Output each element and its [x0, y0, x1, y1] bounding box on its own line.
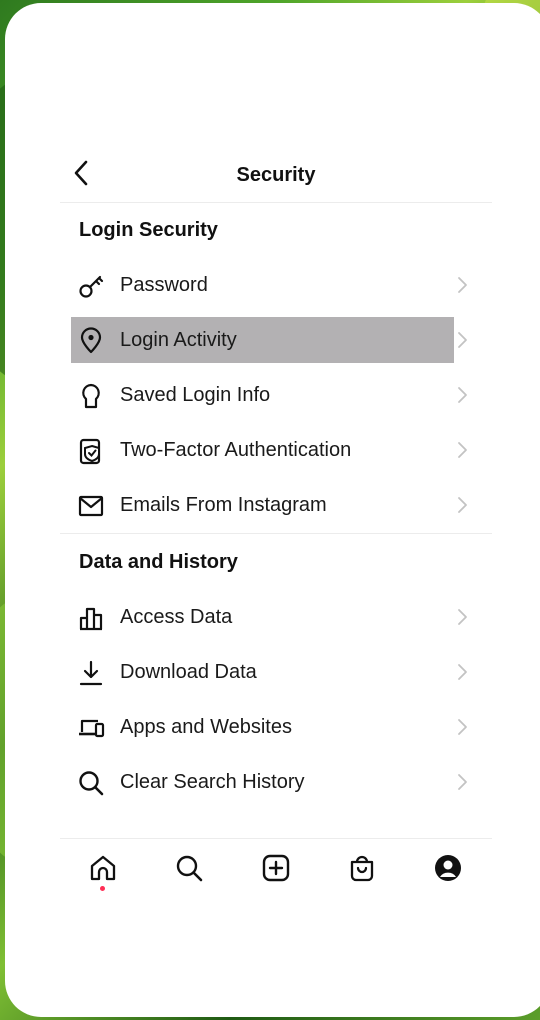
search-icon — [79, 771, 104, 796]
menu-item-clear-search-history[interactable]: Clear Search History — [71, 759, 471, 805]
chevron-right-icon — [458, 609, 467, 625]
keyhole-icon — [82, 383, 100, 409]
chevron-right-icon — [458, 497, 467, 513]
menu-item-apps-and-websites[interactable]: Apps and Websites — [71, 704, 471, 750]
home-icon — [90, 855, 116, 881]
profile-icon — [435, 855, 461, 881]
bar-chart-icon — [79, 607, 103, 631]
menu-item-download-data[interactable]: Download Data — [71, 649, 471, 695]
menu-item-access-data[interactable]: Access Data — [71, 594, 471, 640]
tab-profile[interactable] — [433, 853, 463, 883]
chevron-right-icon — [458, 442, 467, 458]
chevron-right-icon — [458, 664, 467, 680]
tab-new-post[interactable] — [261, 853, 291, 883]
menu-item-label: Saved Login Info — [120, 384, 271, 406]
bottom-tab-bar — [60, 838, 492, 899]
search-icon — [176, 855, 203, 882]
shop-bag-icon — [350, 855, 374, 882]
menu-item-label: Password — [120, 274, 208, 296]
menu-item-label: Two-Factor Authentication — [120, 439, 352, 461]
menu-item-label: Clear Search History — [120, 771, 305, 793]
key-icon — [79, 275, 104, 298]
chevron-right-icon — [458, 277, 467, 293]
menu-item-saved-login-info[interactable]: Saved Login Info — [71, 372, 471, 418]
menu-item-label: Apps and Websites — [120, 716, 292, 738]
chevron-right-icon — [458, 774, 467, 790]
menu-item-password[interactable]: Password — [71, 262, 471, 308]
download-icon — [79, 660, 103, 686]
page-title: Security — [236, 164, 316, 186]
menu-item-login-activity[interactable]: Login Activity — [71, 317, 471, 363]
envelope-icon — [78, 495, 104, 517]
section-title-login-security: Login Security — [79, 219, 218, 241]
section-divider — [60, 533, 492, 534]
location-pin-icon — [80, 327, 102, 354]
menu-item-emails-from-instagram[interactable]: Emails From Instagram — [71, 482, 471, 528]
notification-dot — [100, 886, 105, 891]
tab-home[interactable] — [88, 853, 118, 883]
chevron-right-icon — [458, 387, 467, 403]
add-post-icon — [262, 854, 290, 882]
chevron-right-icon — [458, 719, 467, 735]
menu-item-label: Download Data — [120, 661, 257, 683]
tab-search[interactable] — [174, 853, 204, 883]
menu-item-label: Emails From Instagram — [120, 494, 327, 516]
shield-phone-icon — [79, 438, 101, 465]
chevron-right-icon — [458, 332, 467, 348]
devices-icon — [79, 719, 105, 738]
menu-item-label: Access Data — [120, 606, 233, 628]
section-title-data-and-history: Data and History — [79, 551, 238, 573]
menu-item-two-factor-authentication[interactable]: Two-Factor Authentication — [71, 427, 471, 473]
header-bar: Security — [60, 150, 492, 203]
menu-item-label: Login Activity — [120, 329, 237, 351]
tab-shop[interactable] — [347, 853, 377, 883]
